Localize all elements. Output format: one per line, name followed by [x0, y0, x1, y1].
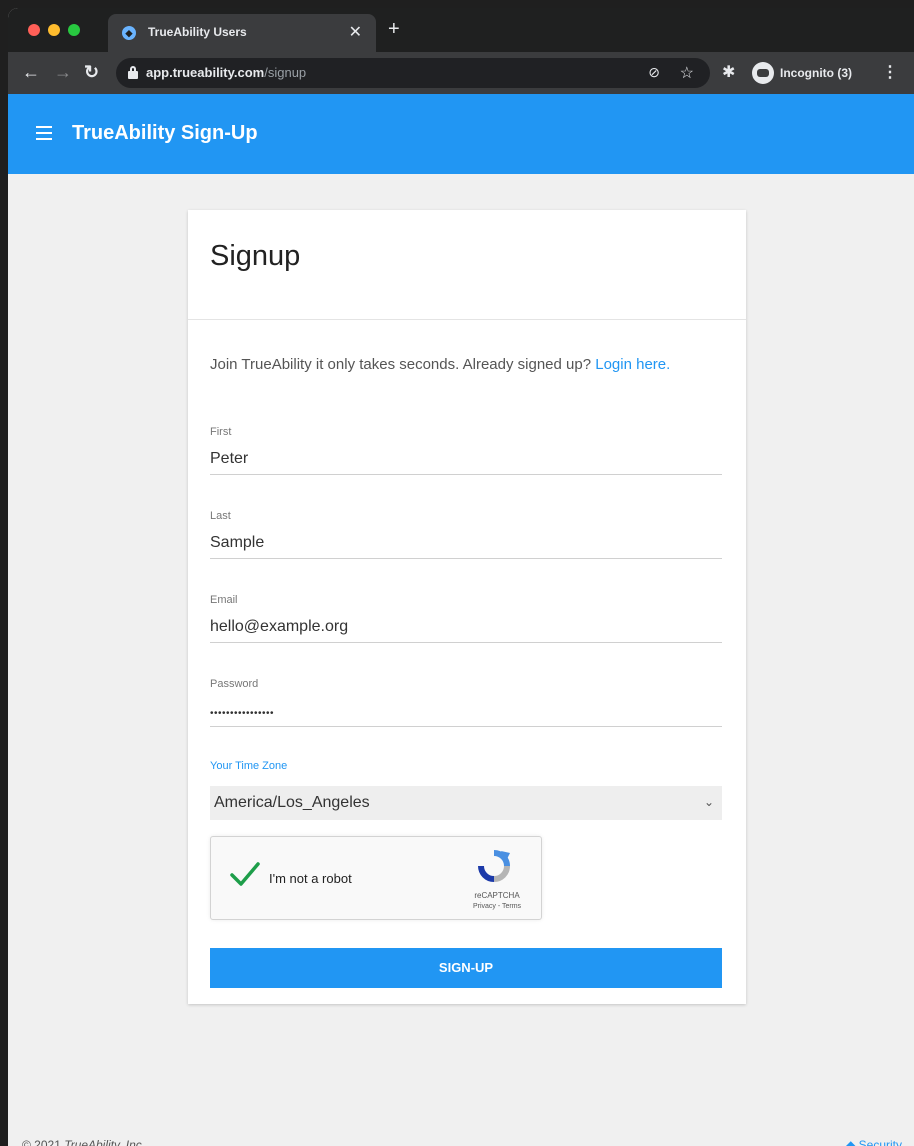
minimize-window-button[interactable] [48, 24, 60, 36]
recaptcha-logo-icon [478, 850, 510, 882]
footer-copyright: © 2021 TrueAbility, Inc. [22, 1138, 145, 1146]
login-link[interactable]: Login here. [595, 356, 670, 373]
tab-strip: ◆ TrueAbility Users ✕ + [8, 8, 914, 52]
copyright-prefix: © 2021 [22, 1138, 61, 1146]
password-field[interactable]: Password •••••••••••••••• [210, 678, 722, 727]
incognito-label[interactable]: Incognito (3) [780, 66, 852, 80]
close-tab-icon[interactable]: ✕ [349, 22, 362, 42]
first-name-label: First [210, 426, 232, 438]
app-title: TrueAbility Sign-Up [72, 122, 258, 144]
footer: © 2021 TrueAbility, Inc. ◆ Security [8, 1134, 914, 1146]
browser-toolbar: ← → ↻ app.trueability.com/signup ⊘ ☆ ✱ I… [8, 52, 914, 94]
last-name-label: Last [210, 510, 231, 522]
browser-tab[interactable]: ◆ TrueAbility Users ✕ [108, 14, 376, 52]
hamburger-menu-icon[interactable] [36, 126, 52, 140]
email-underline [210, 642, 722, 643]
url-host: app.trueability.com [146, 65, 265, 80]
first-name-field[interactable]: First Peter [210, 426, 722, 475]
recaptcha-widget: I'm not a robot reCAPTCHA Privacy - Term… [210, 836, 542, 920]
more-menu-icon[interactable]: ⋮ [882, 62, 898, 82]
password-label: Password [210, 678, 259, 690]
extensions-puzzle-icon[interactable]: ✱ [722, 62, 735, 82]
lock-icon [128, 66, 138, 79]
timezone-value: America/Los_Angeles [214, 794, 370, 811]
intro-sentence: Join TrueAbility it only takes seconds. … [210, 356, 592, 373]
intro-text: Join TrueAbility it only takes seconds. … [210, 352, 722, 378]
url-text: app.trueability.com/signup [146, 65, 306, 80]
last-name-input[interactable]: Sample [210, 534, 264, 552]
email-label: Email [210, 594, 238, 606]
bookmark-star-icon[interactable]: ☆ [680, 63, 694, 83]
timezone-select[interactable]: America/Los_Angeles ⌄ [210, 786, 722, 820]
captcha-label: I'm not a robot [269, 871, 352, 886]
company-name: TrueAbility, Inc. [64, 1138, 146, 1146]
last-name-field[interactable]: Last Sample [210, 510, 722, 559]
password-input[interactable]: •••••••••••••••• [210, 708, 274, 719]
favicon-icon: ◆ [122, 26, 136, 40]
maximize-window-button[interactable] [68, 24, 80, 36]
first-name-underline [210, 474, 722, 475]
forward-arrow-icon[interactable]: → [54, 62, 72, 82]
last-name-underline [210, 558, 722, 559]
password-underline [210, 726, 722, 727]
url-path: /signup [264, 65, 307, 80]
incognito-icon[interactable] [752, 62, 774, 84]
address-bar[interactable]: app.trueability.com/signup ⊘ ☆ [116, 58, 710, 88]
app-bar: TrueAbility Sign-Up [8, 94, 914, 174]
email-input[interactable]: hello@example.org [210, 618, 348, 636]
first-name-input[interactable]: Peter [210, 450, 248, 468]
reload-icon[interactable]: ↻ [84, 62, 99, 82]
card-title: Signup [210, 240, 301, 272]
checkmark-icon[interactable] [229, 859, 261, 889]
back-arrow-icon[interactable]: ← [22, 62, 40, 82]
timezone-label: Your Time Zone [210, 760, 288, 772]
signup-button[interactable]: SIGN-UP [210, 948, 722, 988]
shield-icon: ◆ [846, 1138, 856, 1146]
chevron-down-icon: ⌄ [703, 795, 714, 809]
tab-title: TrueAbility Users [148, 25, 247, 39]
new-tab-icon[interactable]: + [388, 18, 400, 41]
eye-off-icon[interactable]: ⊘ [648, 64, 660, 81]
close-window-button[interactable] [28, 24, 40, 36]
security-link[interactable]: ◆ Security [846, 1138, 902, 1146]
captcha-brand: reCAPTCHA [474, 891, 520, 900]
security-label: Security [858, 1138, 902, 1146]
email-field[interactable]: Email hello@example.org [210, 594, 722, 643]
captcha-links[interactable]: Privacy - Terms [455, 903, 539, 910]
browser-window: ◆ TrueAbility Users ✕ + ← → ↻ app.trueab… [8, 8, 914, 1146]
signup-card: Signup Join TrueAbility it only takes se… [188, 210, 746, 1004]
card-header: Signup [188, 210, 746, 320]
